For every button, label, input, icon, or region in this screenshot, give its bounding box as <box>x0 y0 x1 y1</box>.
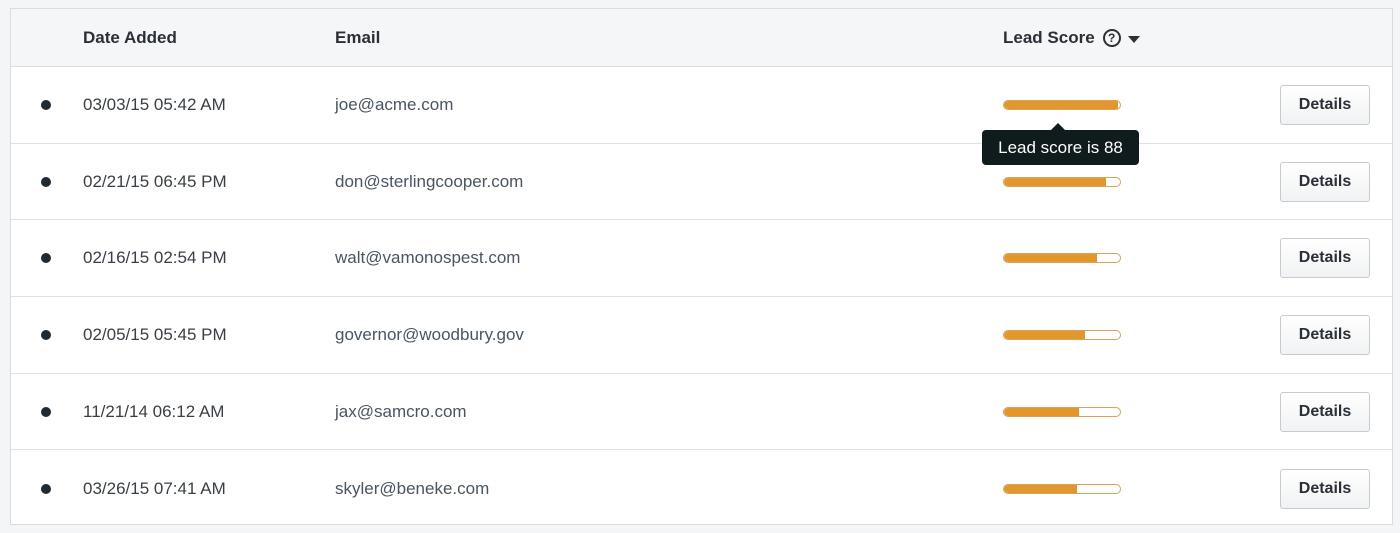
lead-score-fill <box>1004 254 1097 263</box>
email-cell: jax@samcro.com <box>335 401 467 421</box>
status-dot-icon <box>41 483 51 494</box>
lead-score-fill <box>1004 330 1086 339</box>
date-added-cell: 03/03/15 05:42 AM <box>83 94 226 114</box>
details-button[interactable]: Details <box>1280 314 1370 355</box>
column-header-email[interactable]: Email <box>335 9 380 67</box>
details-button[interactable]: Details <box>1280 161 1370 202</box>
lead-score-bar[interactable] <box>1003 483 1121 494</box>
table-row: 02/05/15 05:45 PM governor@woodbury.gov … <box>11 297 1392 374</box>
leads-table: Date Added Email Lead Score ? 03/03/15 0… <box>10 8 1393 525</box>
table-row: 03/26/15 07:41 AM skyler@beneke.com Deta… <box>11 450 1392 527</box>
email-cell: skyler@beneke.com <box>335 478 490 498</box>
table-row: 02/16/15 02:54 PM walt@vamonospest.com D… <box>11 220 1392 298</box>
status-dot-icon <box>41 406 51 417</box>
table-body: 03/03/15 05:42 AM joe@acme.com Details 0… <box>11 67 1392 527</box>
date-added-cell: 02/16/15 02:54 PM <box>83 248 227 268</box>
tooltip-arrow <box>1051 123 1065 130</box>
column-header-lead-score[interactable]: Lead Score ? <box>1003 9 1140 67</box>
table-row: 02/21/15 06:45 PM don@sterlingcooper.com… <box>11 144 1392 221</box>
status-dot-icon <box>41 176 51 187</box>
help-icon[interactable]: ? <box>1102 29 1121 47</box>
status-dot-icon <box>41 329 51 340</box>
lead-score-bar[interactable] <box>1003 406 1121 417</box>
lead-score-bar[interactable] <box>1003 253 1121 264</box>
lead-score-tooltip: Lead score is 88 <box>982 130 1139 165</box>
email-cell: joe@acme.com <box>335 94 454 114</box>
lead-score-label: Lead Score <box>1003 28 1095 47</box>
lead-score-fill <box>1004 177 1107 186</box>
table-row: 03/03/15 05:42 AM joe@acme.com Details <box>11 67 1392 144</box>
lead-score-fill <box>1004 407 1080 416</box>
details-button[interactable]: Details <box>1280 468 1370 509</box>
lead-score-bar[interactable] <box>1003 329 1121 340</box>
lead-score-bar[interactable] <box>1003 176 1121 187</box>
status-dot-icon <box>41 253 51 264</box>
sort-descending-icon[interactable] <box>1127 35 1140 43</box>
email-cell: don@sterlingcooper.com <box>335 171 524 191</box>
details-button[interactable]: Details <box>1280 238 1370 279</box>
details-button[interactable]: Details <box>1280 84 1370 125</box>
email-cell: governor@woodbury.gov <box>335 324 524 344</box>
date-added-cell: 11/21/14 06:12 AM <box>83 401 225 421</box>
table-header: Date Added Email Lead Score ? <box>11 9 1392 67</box>
lead-score-fill <box>1004 484 1078 493</box>
email-cell: walt@vamonospest.com <box>335 248 521 268</box>
date-added-cell: 02/21/15 06:45 PM <box>83 171 227 191</box>
table-row: 11/21/14 06:12 AM jax@samcro.com Details <box>11 374 1392 451</box>
lead-score-fill <box>1004 100 1118 109</box>
date-added-cell: 02/05/15 05:45 PM <box>83 324 227 344</box>
date-added-cell: 03/26/15 07:41 AM <box>83 478 226 498</box>
lead-score-bar[interactable] <box>1003 99 1121 110</box>
status-dot-icon <box>41 99 51 110</box>
details-button[interactable]: Details <box>1280 391 1370 432</box>
column-header-date-added[interactable]: Date Added <box>83 9 177 67</box>
